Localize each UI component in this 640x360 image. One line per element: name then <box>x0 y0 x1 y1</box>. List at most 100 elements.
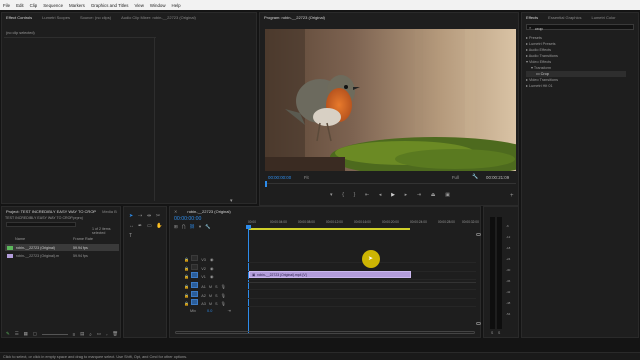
automate-icon[interactable]: ▤ <box>80 331 84 337</box>
goto-in-icon[interactable]: ⇤ <box>365 193 369 198</box>
lock-icon[interactable]: 🔒 <box>184 301 190 306</box>
add-marker-icon[interactable]: ▾ <box>199 224 201 230</box>
mini-timeline[interactable] <box>265 183 516 187</box>
lock-icon[interactable]: 🔒 <box>184 274 190 279</box>
find-icon[interactable]: ⌕ <box>89 332 91 337</box>
tab-lumetri-scopes[interactable]: Lumetri Scopes <box>42 15 70 20</box>
source-patch[interactable] <box>191 282 199 288</box>
mix-end-icon[interactable]: ⇥ <box>227 308 230 313</box>
solo-right[interactable]: S <box>498 331 500 335</box>
type-tool-icon[interactable]: T <box>129 233 138 239</box>
tab-project[interactable]: Project: TEST INCREDIBLY EASY WAY TO CRO… <box>6 209 96 214</box>
program-timecode[interactable]: 00:00:00:00 <box>268 175 291 180</box>
pencil-icon[interactable]: ✎ <box>6 331 10 337</box>
menu-clip[interactable]: Clip <box>30 3 38 8</box>
playhead-marker[interactable] <box>265 181 267 187</box>
program-title[interactable]: Program: robin-__22723 (Original) <box>264 15 325 20</box>
timeline-timecode[interactable]: 00:00:00:00 <box>174 216 201 222</box>
mic-icon[interactable]: 🎙 <box>221 293 226 298</box>
nest-icon[interactable]: ⊞ <box>174 224 178 230</box>
zoom-select[interactable]: Fit <box>304 175 309 180</box>
track-select-icon[interactable]: ⇢ <box>138 213 147 219</box>
menu-window[interactable]: Window <box>150 3 166 8</box>
close-icon[interactable]: ✕ <box>174 209 177 214</box>
menu-help[interactable]: Help <box>172 3 181 8</box>
step-forward-icon[interactable]: ▸ <box>405 193 408 198</box>
mute-button[interactable]: M <box>209 285 212 289</box>
export-frame-icon[interactable]: ▣ <box>445 193 450 198</box>
mark-in-icon[interactable]: { <box>342 193 344 198</box>
snap-icon[interactable]: ⋂ <box>182 224 186 230</box>
resolution-select[interactable]: Full <box>452 175 459 180</box>
source-patch[interactable] <box>191 291 199 297</box>
menu-edit[interactable]: Edit <box>16 3 24 8</box>
zoom-slider[interactable] <box>41 333 68 335</box>
mute-button[interactable]: M <box>209 294 212 298</box>
sort-icon[interactable]: ≡ <box>73 332 76 337</box>
time-ruler[interactable]: 00:00 00:00:04:00 00:00:08:00 00:00:12:0… <box>248 217 479 231</box>
ripple-edit-icon[interactable]: ⇹ <box>147 213 156 219</box>
add-button-icon[interactable]: + <box>510 193 514 199</box>
freeform-view-icon[interactable]: ▢ <box>33 331 37 337</box>
tab-effects[interactable]: Effects <box>526 15 538 20</box>
new-bin-icon[interactable]: ▭ <box>97 331 101 337</box>
work-area-bar[interactable] <box>248 228 410 230</box>
menu-view[interactable]: View <box>134 3 143 8</box>
mark-out-icon[interactable]: } <box>354 193 356 198</box>
tab-audio-clip-mixer[interactable]: Audio Clip Mixer: robin-__22723 (Origina… <box>121 15 196 20</box>
list-view-icon[interactable]: ☰ <box>15 331 19 337</box>
video-clip[interactable]: ▣ robin-__22723 (Original).mp4 [V] <box>249 271 411 278</box>
menu-graphics[interactable]: Graphics and Titles <box>91 3 129 8</box>
project-row[interactable]: robin-__22723 (Original) 59.94 fps <box>5 244 119 251</box>
tab-effect-controls[interactable]: Effect Controls <box>6 15 32 20</box>
lock-icon[interactable]: 🔒 <box>184 284 190 289</box>
lock-icon[interactable]: 🔒 <box>184 257 190 262</box>
effects-search[interactable]: ⌕ crop <box>526 24 634 31</box>
mic-icon[interactable]: 🎙 <box>221 284 226 289</box>
tree-item-lumetri-hit[interactable]: ▸ Lumetri Hit 01 <box>526 83 626 89</box>
source-patch[interactable] <box>191 299 199 305</box>
tab-essential-graphics[interactable]: Essential Graphics <box>548 15 581 20</box>
mute-button[interactable]: M <box>209 302 212 306</box>
trash-icon[interactable]: 🗑 <box>112 331 118 337</box>
step-back-icon[interactable]: ◂ <box>379 193 382 198</box>
play-icon[interactable]: ▶ <box>391 193 395 198</box>
source-patch[interactable] <box>191 272 199 278</box>
solo-button[interactable]: S <box>215 302 217 306</box>
col-frame-rate[interactable]: Frame Rate <box>73 237 93 243</box>
source-patch[interactable] <box>191 255 199 261</box>
eye-icon[interactable]: ◉ <box>210 266 214 271</box>
eye-icon[interactable]: ◉ <box>210 274 214 279</box>
razor-icon[interactable]: ✂ <box>156 213 165 219</box>
horizontal-scrollbar[interactable] <box>175 331 475 334</box>
mic-icon[interactable]: 🎙 <box>221 301 226 306</box>
pen-tool-icon[interactable]: ✒ <box>138 223 147 229</box>
source-patch[interactable] <box>191 264 199 270</box>
menu-markers[interactable]: Markers <box>69 3 85 8</box>
track-lane-a3[interactable] <box>248 299 476 307</box>
rectangle-tool-icon[interactable]: ▭ <box>147 223 156 229</box>
icon-view-icon[interactable]: ▦ <box>24 331 28 337</box>
goto-out-icon[interactable]: ⇥ <box>417 193 421 198</box>
lock-icon[interactable]: 🔒 <box>184 293 190 298</box>
settings-icon[interactable]: 🔧 <box>205 224 210 230</box>
track-lane-a1[interactable] <box>248 282 476 290</box>
scroll-handle[interactable] <box>476 322 481 325</box>
tab-source[interactable]: Source: (no clips) <box>80 15 111 20</box>
menu-file[interactable]: File <box>3 3 10 8</box>
selection-tool-icon[interactable]: ➤ <box>129 213 138 219</box>
tab-lumetri-color[interactable]: Lumetri Color <box>592 15 616 20</box>
tab-media-browser[interactable]: Media B <box>102 209 117 214</box>
filter-icon[interactable]: ▾ <box>230 198 233 204</box>
lift-icon[interactable]: ⏏ <box>431 193 436 198</box>
hand-tool-icon[interactable]: ✋ <box>156 223 165 229</box>
playhead-handle[interactable] <box>246 225 251 229</box>
solo-button[interactable]: S <box>215 285 217 289</box>
track-lane-a2[interactable] <box>248 291 476 299</box>
col-name[interactable]: Name <box>5 237 73 243</box>
solo-button[interactable]: S <box>215 294 217 298</box>
project-row[interactable]: robin-__22723 (Original).m 59.94 fps <box>5 252 119 259</box>
mix-volume[interactable]: 0.0 <box>207 309 212 313</box>
marker-icon[interactable]: ▾ <box>330 193 333 198</box>
scroll-handle[interactable] <box>476 233 481 236</box>
